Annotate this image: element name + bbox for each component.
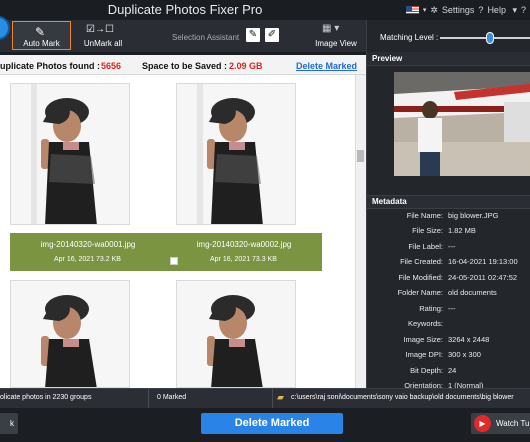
image-view-button[interactable]: ▦ ▾ Image View bbox=[308, 22, 364, 50]
metadata-key: File Size: bbox=[412, 226, 443, 235]
metadata-key: File Label: bbox=[408, 242, 443, 251]
status-marked: 0 Marked bbox=[157, 394, 187, 401]
question-icon[interactable]: ? bbox=[478, 5, 483, 15]
photo-caption[interactable]: img-20140320-wa0001.jpg Apr 16, 2021 73.… bbox=[10, 233, 166, 271]
unmark-all-button[interactable]: ☑→☐ UnMark all bbox=[78, 24, 128, 50]
delete-marked-button[interactable]: Delete Marked bbox=[201, 413, 343, 434]
pencil-tool-icon[interactable]: ✐ bbox=[265, 28, 279, 42]
matching-level-label: Matching Level : bbox=[380, 33, 439, 42]
app-title: Duplicate Photos Fixer Pro bbox=[107, 2, 263, 17]
metadata-key: Bit Depth: bbox=[410, 366, 443, 375]
metadata-value: 300 x 300 bbox=[448, 350, 481, 359]
gear-icon[interactable]: ✲ bbox=[430, 5, 438, 16]
photo-thumbnail[interactable] bbox=[10, 83, 130, 225]
preview-image bbox=[394, 72, 530, 176]
photo-date: Apr 16, 2021 bbox=[210, 256, 251, 263]
back-button[interactable]: k bbox=[0, 413, 18, 434]
space-saved-value: 2.09 GB bbox=[229, 61, 263, 71]
photo-size: 73.3 KB bbox=[252, 256, 277, 263]
metadata-value: 3264 x 2448 bbox=[448, 335, 490, 344]
status-path: c:\users\raj soni\documents\sony vaio ba… bbox=[291, 394, 514, 401]
top-menu: ▾ ✲ Settings ? Help ▾ ? bbox=[405, 0, 530, 20]
metadata-key: Folder Name: bbox=[397, 288, 443, 297]
metadata-value: 1.82 MB bbox=[448, 226, 476, 235]
unmark-all-label: UnMark all bbox=[83, 39, 123, 48]
metadata-key: Image DPI: bbox=[405, 350, 443, 359]
duplicates-found-label: uplicate Photos found : bbox=[0, 61, 100, 71]
metadata-value: 16-04-2021 19:13:00 bbox=[448, 257, 518, 266]
metadata-key: File Name: bbox=[406, 211, 443, 220]
image-view-label: Image View bbox=[315, 39, 357, 48]
metadata-key: Keywords: bbox=[407, 319, 443, 328]
metadata-value: big blower.JPG bbox=[448, 211, 499, 220]
flag-dropdown-icon[interactable]: ▾ bbox=[423, 6, 427, 14]
scrollbar-thumb[interactable] bbox=[357, 150, 364, 162]
play-icon: ▶ bbox=[474, 415, 491, 432]
metadata-key: Rating: bbox=[419, 304, 443, 313]
photo-filename: img-20140320-wa0002.jpg bbox=[196, 240, 292, 249]
photo-thumbnail[interactable] bbox=[176, 280, 296, 388]
auto-mark-button[interactable]: ✎ Auto Mark bbox=[12, 21, 71, 50]
selection-assistant-label: Selection Assistant bbox=[172, 33, 240, 42]
matching-level-slider[interactable] bbox=[440, 37, 530, 39]
grid-view-icon: ▦ ▾ bbox=[322, 23, 340, 34]
wand-tool-icon[interactable]: ✎ bbox=[246, 28, 260, 42]
flag-icon[interactable] bbox=[405, 6, 419, 14]
slider-thumb[interactable] bbox=[486, 32, 494, 44]
grid-scrollbar[interactable] bbox=[355, 75, 366, 388]
space-saved-label: Space to be Saved : bbox=[142, 61, 228, 71]
auto-mark-label: Auto Mark bbox=[23, 39, 60, 48]
photo-caption[interactable]: img-20140320-wa0002.jpg Apr 16, 2021 73.… bbox=[166, 233, 322, 271]
preview-title: Preview bbox=[372, 54, 403, 63]
photo-thumbnail[interactable] bbox=[10, 280, 130, 388]
folder-icon: ▰ bbox=[277, 392, 284, 402]
photo-checkbox[interactable] bbox=[170, 257, 178, 265]
metadata-value: --- bbox=[448, 304, 456, 313]
delete-marked-link[interactable]: Delete Marked bbox=[296, 61, 357, 71]
watch-tutorial-label: Watch Tu bbox=[496, 419, 530, 428]
status-groups: olicate photos in 2230 groups bbox=[0, 394, 92, 401]
settings-menu[interactable]: Settings bbox=[442, 5, 475, 15]
photo-size: 73.2 KB bbox=[96, 256, 121, 263]
unmark-icon: ☑→☐ bbox=[86, 24, 114, 35]
help-menu[interactable]: Help ▾ bbox=[487, 5, 517, 16]
duplicates-found-value: 5656 bbox=[101, 61, 122, 71]
metadata-value: old documents bbox=[448, 288, 497, 297]
metadata-key: File Created: bbox=[400, 257, 443, 266]
metadata-key: File Modified: bbox=[398, 273, 443, 282]
photo-thumbnail[interactable] bbox=[176, 83, 296, 225]
more-icon[interactable]: ? bbox=[521, 5, 526, 15]
metadata-key: Image Size: bbox=[403, 335, 443, 344]
photo-date: Apr 16, 2021 bbox=[54, 256, 95, 263]
metadata-title: Metadata bbox=[372, 197, 407, 206]
metadata-value: --- bbox=[448, 242, 456, 251]
photo-filename: img-20140320-wa0001.jpg bbox=[40, 240, 136, 249]
metadata-value: 24 bbox=[448, 366, 457, 375]
metadata-value: 24-05-2011 02:47:52 bbox=[448, 273, 518, 282]
magic-wand-icon: ✎ bbox=[35, 25, 46, 39]
